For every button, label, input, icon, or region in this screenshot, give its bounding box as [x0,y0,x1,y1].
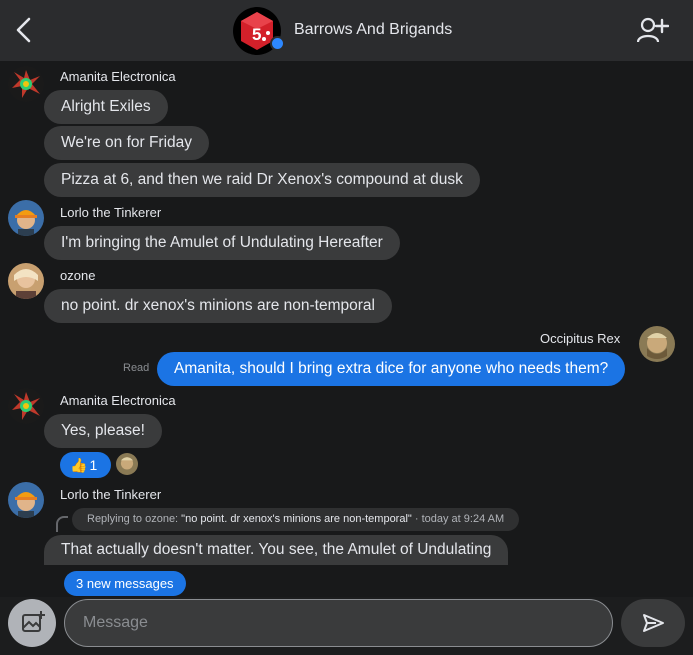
reply-connector [56,516,68,532]
reply-time: · today at 9:24 AM [411,513,505,525]
sender-name: Amanita Electronica [60,69,176,84]
message-bubble[interactable]: no point. dr xenox's minions are non-tem… [44,289,392,323]
message-input[interactable] [64,599,613,647]
chevron-left-icon[interactable] [12,16,36,44]
add-photo-button[interactable] [8,599,56,647]
add-user-icon[interactable] [637,17,669,43]
send-icon [643,614,664,632]
composer [0,597,693,655]
dice-number: 5 [252,25,261,44]
read-status: Read [123,362,150,374]
message-bubble-outgoing[interactable]: Amanita, should I bring extra dice for a… [157,352,626,386]
avatar-ozone[interactable] [8,263,44,299]
sender-name: ozone [60,268,96,283]
thumbs-up-icon: 👍 [70,457,88,473]
new-messages-button[interactable]: 3 new messages [64,571,186,596]
message-bubble[interactable]: That actually doesn't matter. You see, t… [44,535,509,565]
send-button[interactable] [621,599,685,647]
message-bubble[interactable]: We're on for Friday [44,126,210,160]
sender-name: Occipitus Rex [540,331,621,346]
message-bubble[interactable]: Pizza at 6, and then we raid Dr Xenox's … [44,163,480,197]
avatar-lorlo[interactable] [8,200,44,236]
conversation-title[interactable]: Barrows And Brigands [294,21,452,39]
sender-name: Amanita Electronica [60,393,176,408]
reaction-count: 1 [89,457,98,473]
online-indicator [270,36,285,51]
sender-name: Lorlo the Tinkerer [60,487,162,502]
reply-preview[interactable]: Replying to ozone: "no point. dr xenox's… [72,508,520,531]
reply-quote: "no point. dr xenox's minions are non-te… [181,513,412,525]
add-photo-icon [22,611,45,632]
reaction-badge[interactable]: 👍 1 [60,452,111,478]
avatar-occipitus[interactable] [639,326,675,362]
avatar-amanita[interactable] [8,388,44,424]
sender-name: Lorlo the Tinkerer [60,205,162,220]
chat-header: 5 Barrows And Brigands [0,0,693,61]
message-bubble[interactable]: Alright Exiles [44,90,168,124]
message-list[interactable]: Amanita Electronica Alright Exiles We're… [0,61,693,597]
message-bubble[interactable]: I'm bringing the Amulet of Undulating He… [44,226,400,260]
reactor-avatar[interactable] [116,453,138,475]
avatar-lorlo[interactable] [8,482,44,518]
message-bubble[interactable]: Yes, please! [44,414,162,448]
avatar-amanita[interactable] [8,66,44,102]
reply-prefix: Replying to ozone: [87,513,182,525]
